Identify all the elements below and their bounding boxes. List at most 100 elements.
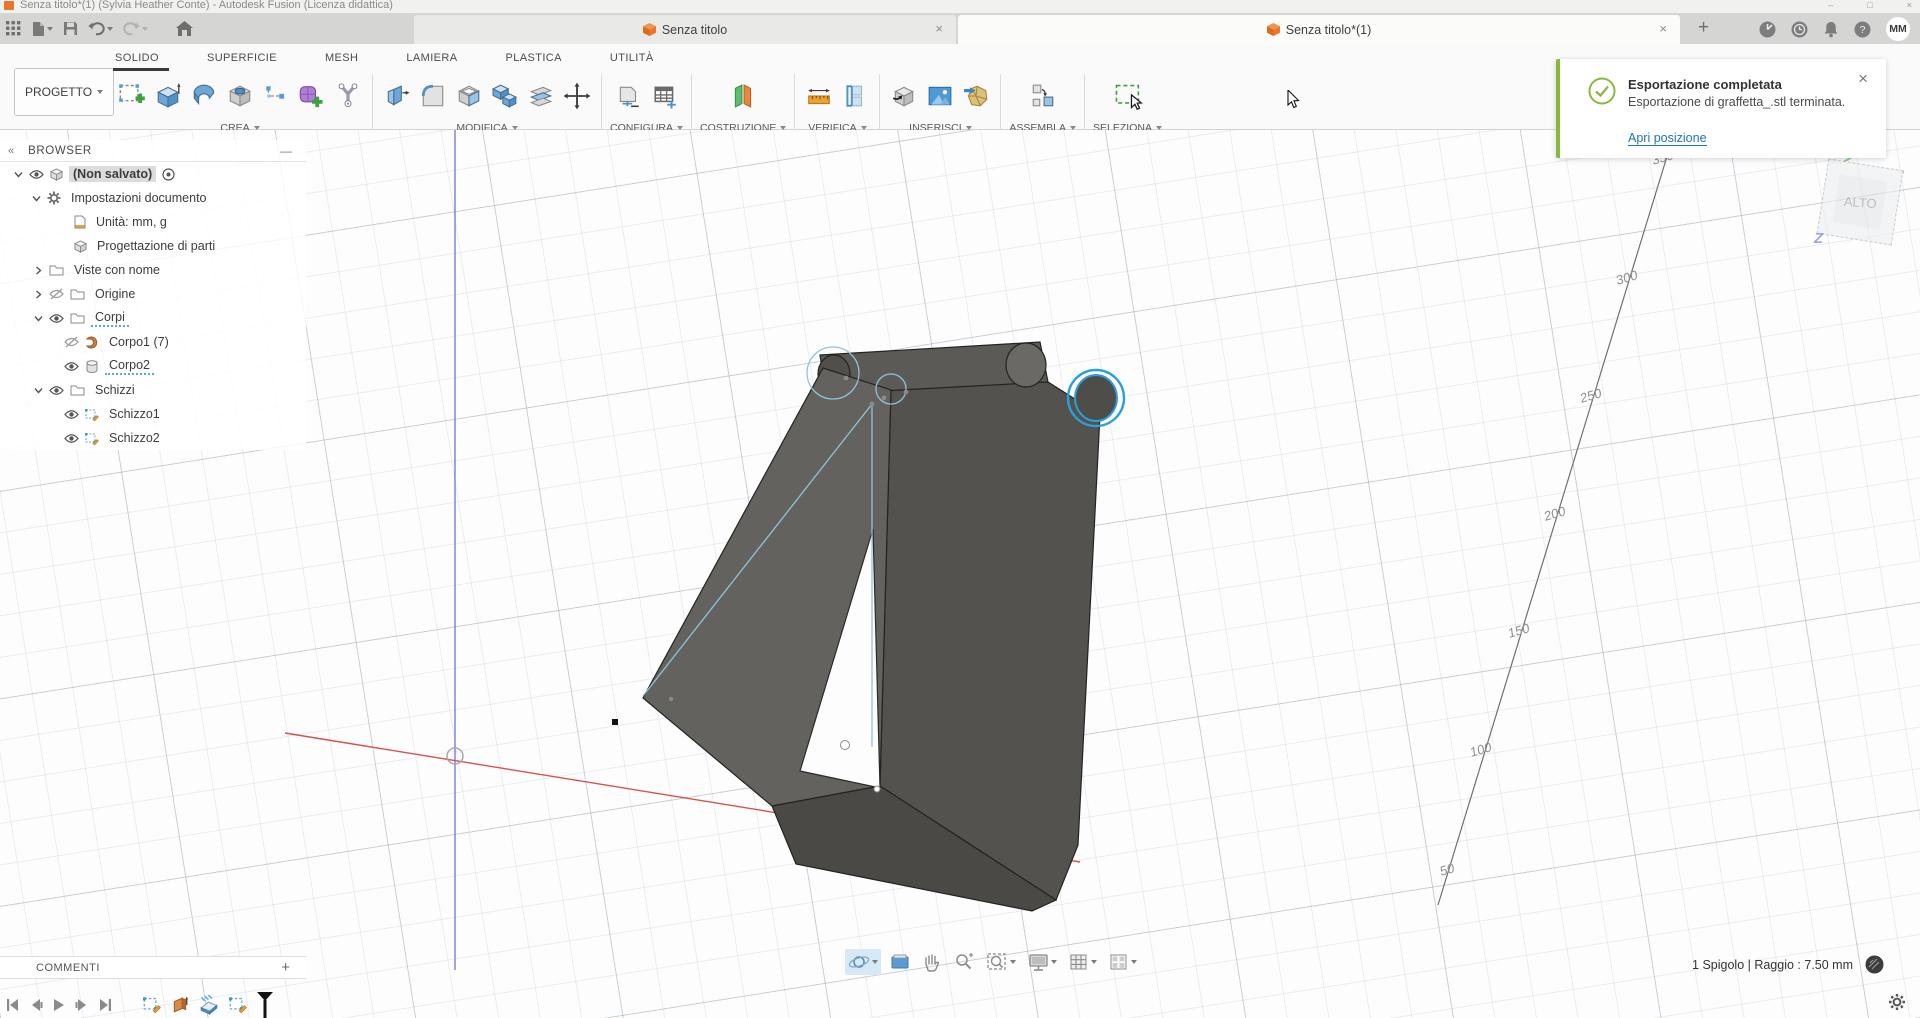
- redo-button[interactable]: [123, 21, 148, 36]
- view-cube-face[interactable]: ALTO: [1817, 159, 1904, 246]
- browser-item-document[interactable]: (Non salvato): [0, 162, 306, 186]
- eye-icon[interactable]: [49, 385, 64, 396]
- browser-item-schizzi[interactable]: Schizzi: [0, 378, 306, 402]
- tool-section-analysis[interactable]: [839, 76, 871, 116]
- grid-snap-tool[interactable]: [1066, 950, 1100, 975]
- tool-combine[interactable]: [489, 76, 521, 116]
- sketch-center-point[interactable]: [841, 741, 850, 750]
- tool-select[interactable]: [1112, 76, 1144, 116]
- notifications-bell-icon[interactable]: [1823, 21, 1839, 38]
- tab-plastica[interactable]: PLASTICA: [481, 52, 585, 64]
- timeline-position-marker[interactable]: [257, 992, 273, 1018]
- chevron-right-icon[interactable]: [34, 290, 43, 299]
- tool-create-form[interactable]: [296, 76, 328, 116]
- chevron-down-icon[interactable]: [34, 386, 43, 395]
- timeline-feature-fillet[interactable]: [199, 995, 219, 1015]
- tab-utilita[interactable]: UTILITÀ: [586, 52, 678, 64]
- tool-shell[interactable]: [453, 76, 485, 116]
- timeline-step-back-icon[interactable]: [29, 998, 43, 1012]
- timeline-go-end-icon[interactable]: [98, 998, 112, 1012]
- eye-icon[interactable]: [29, 169, 44, 180]
- browser-item-origine[interactable]: Origine: [0, 282, 306, 306]
- timeline-go-start-icon[interactable]: [6, 998, 20, 1012]
- eye-icon[interactable]: [64, 409, 79, 420]
- tool-measure[interactable]: [803, 76, 835, 116]
- tool-extrude[interactable]: [152, 76, 184, 116]
- timeline-feature-extrude[interactable]: [171, 996, 189, 1014]
- browser-item-corpo2[interactable]: Corpo2: [0, 354, 306, 378]
- tool-new-component[interactable]: [1027, 76, 1059, 116]
- viewports-tool[interactable]: [1106, 950, 1140, 975]
- tab-lamiera[interactable]: LAMIERA: [382, 52, 481, 64]
- browser-item-corpi[interactable]: Corpi: [0, 306, 306, 330]
- tool-configure-table[interactable]: [649, 76, 681, 116]
- browser-minimize-icon[interactable]: —: [280, 144, 292, 158]
- project-dropdown-button[interactable]: PROGETTO: [14, 68, 114, 116]
- browser-item-schizzo1[interactable]: Schizzo1: [0, 402, 306, 426]
- chevron-down-icon[interactable]: [14, 170, 23, 179]
- new-tab-button[interactable]: +: [1698, 17, 1709, 39]
- sketch-point[interactable]: [874, 786, 880, 792]
- file-menu-button[interactable]: [31, 21, 53, 37]
- timeline-step-forward-icon[interactable]: [75, 998, 89, 1012]
- zoom-tool[interactable]: [951, 949, 977, 975]
- tab-mesh[interactable]: MESH: [301, 52, 382, 64]
- tab-superficie[interactable]: SUPERFICIE: [183, 52, 301, 64]
- help-icon[interactable]: ?: [1854, 21, 1871, 38]
- sketch-origin-point[interactable]: [612, 719, 618, 725]
- tool-insert-mesh[interactable]: [960, 76, 992, 116]
- tool-construction-plane[interactable]: [727, 76, 759, 116]
- chevron-right-icon[interactable]: [34, 266, 43, 275]
- window-maximize-icon[interactable]: □: [1867, 0, 1872, 11]
- notification-close-icon[interactable]: ×: [1858, 69, 1868, 89]
- tool-create-sketch[interactable]: [116, 76, 148, 116]
- material-badge-icon[interactable]: [1865, 955, 1884, 974]
- view-cube[interactable]: ALTO Z: [1806, 152, 1916, 267]
- browser-item-viste[interactable]: Viste con nome: [0, 258, 306, 282]
- window-close-icon[interactable]: ×: [1907, 0, 1912, 11]
- tool-split-body[interactable]: [525, 76, 557, 116]
- eye-icon[interactable]: [64, 361, 79, 372]
- model-body[interactable]: [643, 342, 1117, 911]
- eye-icon[interactable]: [64, 433, 79, 444]
- tab-1-close-icon[interactable]: ×: [935, 22, 943, 36]
- tool-revolve[interactable]: [188, 76, 220, 116]
- user-avatar[interactable]: MM: [1886, 17, 1910, 41]
- browser-item-impostazioni[interactable]: Impostazioni documento: [0, 186, 306, 210]
- comments-panel[interactable]: COMMENTI +: [0, 956, 306, 979]
- tool-generative-design[interactable]: [332, 76, 364, 116]
- open-location-link[interactable]: Apri posizione: [1628, 131, 1707, 146]
- browser-item-progettazione[interactable]: Progettazione di parti: [0, 234, 306, 258]
- timeline-feature-sketch1[interactable]: [143, 996, 161, 1014]
- browser-item-corpo1[interactable]: Corpo1 (7): [0, 330, 306, 354]
- tab-solido[interactable]: SOLIDO: [112, 52, 183, 64]
- tab-2-close-icon[interactable]: ×: [1659, 22, 1667, 36]
- timeline-play-icon[interactable]: [52, 998, 66, 1012]
- eye-slash-icon[interactable]: [49, 288, 64, 300]
- tool-insert-derive[interactable]: [888, 76, 920, 116]
- home-icon[interactable]: [176, 21, 193, 36]
- model-selected-cylinder[interactable]: [1075, 375, 1117, 421]
- undo-button[interactable]: [88, 21, 113, 36]
- orbit-tool[interactable]: [845, 949, 881, 975]
- look-at-tool[interactable]: [887, 950, 913, 974]
- tool-hole[interactable]: [224, 76, 256, 116]
- tool-press-pull[interactable]: [381, 76, 413, 116]
- fit-tool[interactable]: [983, 949, 1019, 975]
- browser-item-schizzo2[interactable]: Schizzo2: [0, 426, 306, 450]
- app-grid-icon[interactable]: [6, 21, 21, 36]
- activate-radio-icon[interactable]: [162, 168, 175, 181]
- job-status-clock-icon[interactable]: [1791, 21, 1808, 38]
- tool-move[interactable]: [561, 76, 593, 116]
- eye-slash-icon[interactable]: [64, 336, 79, 348]
- chevron-down-icon[interactable]: [34, 314, 43, 323]
- document-tab-1[interactable]: Senza titolo ×: [414, 15, 956, 44]
- eye-icon[interactable]: [49, 313, 64, 324]
- tool-configure-box[interactable]: [613, 76, 645, 116]
- browser-collapse-icon[interactable]: «: [8, 145, 14, 157]
- save-button[interactable]: [63, 21, 78, 36]
- browser-item-unita[interactable]: Unità: mm, g: [0, 210, 306, 234]
- window-minimize-icon[interactable]: –: [1828, 0, 1833, 11]
- extensions-icon[interactable]: [1759, 21, 1776, 38]
- pan-tool[interactable]: [919, 949, 945, 975]
